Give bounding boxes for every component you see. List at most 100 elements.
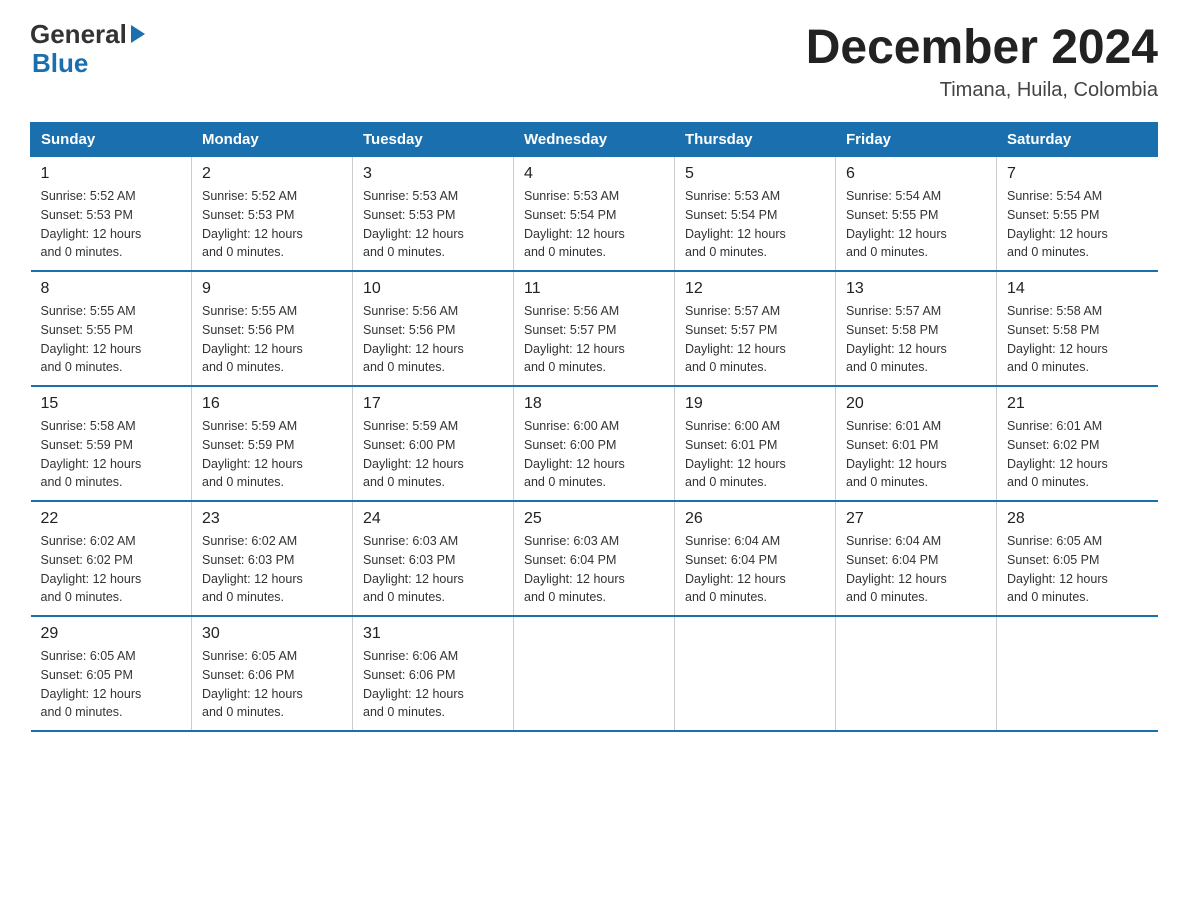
calendar-cell: 1 Sunrise: 5:52 AMSunset: 5:53 PMDaylight… bbox=[31, 157, 192, 272]
day-number: 1 bbox=[41, 165, 182, 183]
day-detail: Sunrise: 6:00 AMSunset: 6:00 PMDaylight:… bbox=[524, 417, 664, 492]
day-number: 23 bbox=[202, 510, 342, 528]
calendar-table: SundayMondayTuesdayWednesdayThursdayFrid… bbox=[30, 122, 1158, 732]
day-detail: Sunrise: 5:55 AMSunset: 5:56 PMDaylight:… bbox=[202, 302, 342, 377]
day-number: 29 bbox=[41, 625, 182, 643]
day-number: 27 bbox=[846, 510, 986, 528]
calendar-cell: 20Sunrise: 6:01 AMSunset: 6:01 PMDayligh… bbox=[836, 386, 997, 501]
day-detail: Sunrise: 6:03 AMSunset: 6:03 PMDaylight:… bbox=[363, 532, 503, 607]
day-number: 3 bbox=[363, 165, 503, 183]
logo-text-blue: Blue bbox=[32, 49, 145, 78]
day-number: 15 bbox=[41, 395, 182, 413]
day-number: 17 bbox=[363, 395, 503, 413]
calendar-week-row: 1 Sunrise: 5:52 AMSunset: 5:53 PMDaylight… bbox=[31, 157, 1158, 272]
calendar-cell: 21 Sunrise: 6:01 AMSunset: 6:02 PMDayligh… bbox=[997, 386, 1158, 501]
calendar-cell: 24 Sunrise: 6:03 AMSunset: 6:03 PMDayligh… bbox=[353, 501, 514, 616]
day-detail: Sunrise: 5:54 AMSunset: 5:55 PMDaylight:… bbox=[846, 187, 986, 262]
weekday-header-sunday: Sunday bbox=[31, 123, 192, 157]
day-detail: Sunrise: 6:00 AMSunset: 6:01 PMDaylight:… bbox=[685, 417, 825, 492]
day-detail: Sunrise: 5:58 AMSunset: 5:58 PMDaylight:… bbox=[1007, 302, 1148, 377]
logo: General Blue bbox=[30, 20, 145, 77]
day-number: 30 bbox=[202, 625, 342, 643]
day-number: 10 bbox=[363, 280, 503, 298]
day-number: 12 bbox=[685, 280, 825, 298]
weekday-header-row: SundayMondayTuesdayWednesdayThursdayFrid… bbox=[31, 123, 1158, 157]
day-detail: Sunrise: 5:53 AMSunset: 5:54 PMDaylight:… bbox=[685, 187, 825, 262]
day-number: 22 bbox=[41, 510, 182, 528]
calendar-cell bbox=[514, 616, 675, 731]
day-number: 28 bbox=[1007, 510, 1148, 528]
calendar-cell: 3Sunrise: 5:53 AMSunset: 5:53 PMDaylight… bbox=[353, 157, 514, 272]
calendar-cell: 6 Sunrise: 5:54 AMSunset: 5:55 PMDaylight… bbox=[836, 157, 997, 272]
calendar-cell: 7Sunrise: 5:54 AMSunset: 5:55 PMDaylight… bbox=[997, 157, 1158, 272]
weekday-header-saturday: Saturday bbox=[997, 123, 1158, 157]
calendar-cell: 22 Sunrise: 6:02 AMSunset: 6:02 PMDayligh… bbox=[31, 501, 192, 616]
day-detail: Sunrise: 6:05 AMSunset: 6:05 PMDaylight:… bbox=[41, 647, 182, 722]
calendar-cell bbox=[675, 616, 836, 731]
calendar-cell: 29 Sunrise: 6:05 AMSunset: 6:05 PMDayligh… bbox=[31, 616, 192, 731]
calendar-cell: 5 Sunrise: 5:53 AMSunset: 5:54 PMDaylight… bbox=[675, 157, 836, 272]
calendar-cell: 14 Sunrise: 5:58 AMSunset: 5:58 PMDayligh… bbox=[997, 271, 1158, 386]
calendar-cell: 16 Sunrise: 5:59 AMSunset: 5:59 PMDayligh… bbox=[192, 386, 353, 501]
weekday-header-thursday: Thursday bbox=[675, 123, 836, 157]
calendar-cell: 17 Sunrise: 5:59 AMSunset: 6:00 PMDayligh… bbox=[353, 386, 514, 501]
day-detail: Sunrise: 5:57 AMSunset: 5:58 PMDaylight:… bbox=[846, 302, 986, 377]
weekday-header-wednesday: Wednesday bbox=[514, 123, 675, 157]
calendar-cell: 28 Sunrise: 6:05 AMSunset: 6:05 PMDayligh… bbox=[997, 501, 1158, 616]
day-detail: Sunrise: 6:02 AMSunset: 6:03 PMDaylight:… bbox=[202, 532, 342, 607]
day-detail: Sunrise: 5:59 AMSunset: 5:59 PMDaylight:… bbox=[202, 417, 342, 492]
calendar-cell: 25Sunrise: 6:03 AMSunset: 6:04 PMDayligh… bbox=[514, 501, 675, 616]
calendar-cell: 11 Sunrise: 5:56 AMSunset: 5:57 PMDayligh… bbox=[514, 271, 675, 386]
calendar-cell: 30Sunrise: 6:05 AMSunset: 6:06 PMDayligh… bbox=[192, 616, 353, 731]
day-detail: Sunrise: 5:57 AMSunset: 5:57 PMDaylight:… bbox=[685, 302, 825, 377]
day-number: 16 bbox=[202, 395, 342, 413]
day-detail: Sunrise: 6:04 AMSunset: 6:04 PMDaylight:… bbox=[685, 532, 825, 607]
calendar-week-row: 29 Sunrise: 6:05 AMSunset: 6:05 PMDayligh… bbox=[31, 616, 1158, 731]
calendar-cell: 12 Sunrise: 5:57 AMSunset: 5:57 PMDayligh… bbox=[675, 271, 836, 386]
calendar-week-row: 22 Sunrise: 6:02 AMSunset: 6:02 PMDayligh… bbox=[31, 501, 1158, 616]
weekday-header-friday: Friday bbox=[836, 123, 997, 157]
day-detail: Sunrise: 5:55 AMSunset: 5:55 PMDaylight:… bbox=[41, 302, 182, 377]
day-number: 21 bbox=[1007, 395, 1148, 413]
day-number: 26 bbox=[685, 510, 825, 528]
day-detail: Sunrise: 6:05 AMSunset: 6:05 PMDaylight:… bbox=[1007, 532, 1148, 607]
day-detail: Sunrise: 5:54 AMSunset: 5:55 PMDaylight:… bbox=[1007, 187, 1148, 262]
day-detail: Sunrise: 5:56 AMSunset: 5:57 PMDaylight:… bbox=[524, 302, 664, 377]
day-detail: Sunrise: 6:04 AMSunset: 6:04 PMDaylight:… bbox=[846, 532, 986, 607]
calendar-cell: 2 Sunrise: 5:52 AMSunset: 5:53 PMDaylight… bbox=[192, 157, 353, 272]
day-number: 9 bbox=[202, 280, 342, 298]
day-detail: Sunrise: 6:02 AMSunset: 6:02 PMDaylight:… bbox=[41, 532, 182, 607]
day-number: 6 bbox=[846, 165, 986, 183]
calendar-cell: 10 Sunrise: 5:56 AMSunset: 5:56 PMDayligh… bbox=[353, 271, 514, 386]
calendar-week-row: 15Sunrise: 5:58 AMSunset: 5:59 PMDayligh… bbox=[31, 386, 1158, 501]
day-number: 31 bbox=[363, 625, 503, 643]
day-number: 19 bbox=[685, 395, 825, 413]
day-number: 8 bbox=[41, 280, 182, 298]
calendar-cell: 15Sunrise: 5:58 AMSunset: 5:59 PMDayligh… bbox=[31, 386, 192, 501]
day-detail: Sunrise: 5:52 AMSunset: 5:53 PMDaylight:… bbox=[41, 187, 182, 262]
day-detail: Sunrise: 5:59 AMSunset: 6:00 PMDaylight:… bbox=[363, 417, 503, 492]
day-detail: Sunrise: 5:53 AMSunset: 5:54 PMDaylight:… bbox=[524, 187, 664, 262]
day-detail: Sunrise: 5:52 AMSunset: 5:53 PMDaylight:… bbox=[202, 187, 342, 262]
weekday-header-monday: Monday bbox=[192, 123, 353, 157]
day-detail: Sunrise: 6:03 AMSunset: 6:04 PMDaylight:… bbox=[524, 532, 664, 607]
calendar-subtitle: Timana, Huila, Colombia bbox=[806, 79, 1158, 102]
calendar-cell: 9 Sunrise: 5:55 AMSunset: 5:56 PMDaylight… bbox=[192, 271, 353, 386]
calendar-cell: 13Sunrise: 5:57 AMSunset: 5:58 PMDayligh… bbox=[836, 271, 997, 386]
day-number: 4 bbox=[524, 165, 664, 183]
day-number: 24 bbox=[363, 510, 503, 528]
calendar-title: December 2024 bbox=[806, 20, 1158, 75]
day-detail: Sunrise: 6:01 AMSunset: 6:02 PMDaylight:… bbox=[1007, 417, 1148, 492]
calendar-cell bbox=[836, 616, 997, 731]
day-number: 2 bbox=[202, 165, 342, 183]
day-number: 11 bbox=[524, 280, 664, 298]
day-detail: Sunrise: 5:56 AMSunset: 5:56 PMDaylight:… bbox=[363, 302, 503, 377]
day-number: 5 bbox=[685, 165, 825, 183]
calendar-cell: 23 Sunrise: 6:02 AMSunset: 6:03 PMDayligh… bbox=[192, 501, 353, 616]
day-number: 18 bbox=[524, 395, 664, 413]
calendar-cell: 18 Sunrise: 6:00 AMSunset: 6:00 PMDayligh… bbox=[514, 386, 675, 501]
calendar-cell: 4 Sunrise: 5:53 AMSunset: 5:54 PMDaylight… bbox=[514, 157, 675, 272]
weekday-header-tuesday: Tuesday bbox=[353, 123, 514, 157]
page-header: General Blue December 2024 Timana, Huila… bbox=[30, 20, 1158, 102]
day-number: 14 bbox=[1007, 280, 1148, 298]
